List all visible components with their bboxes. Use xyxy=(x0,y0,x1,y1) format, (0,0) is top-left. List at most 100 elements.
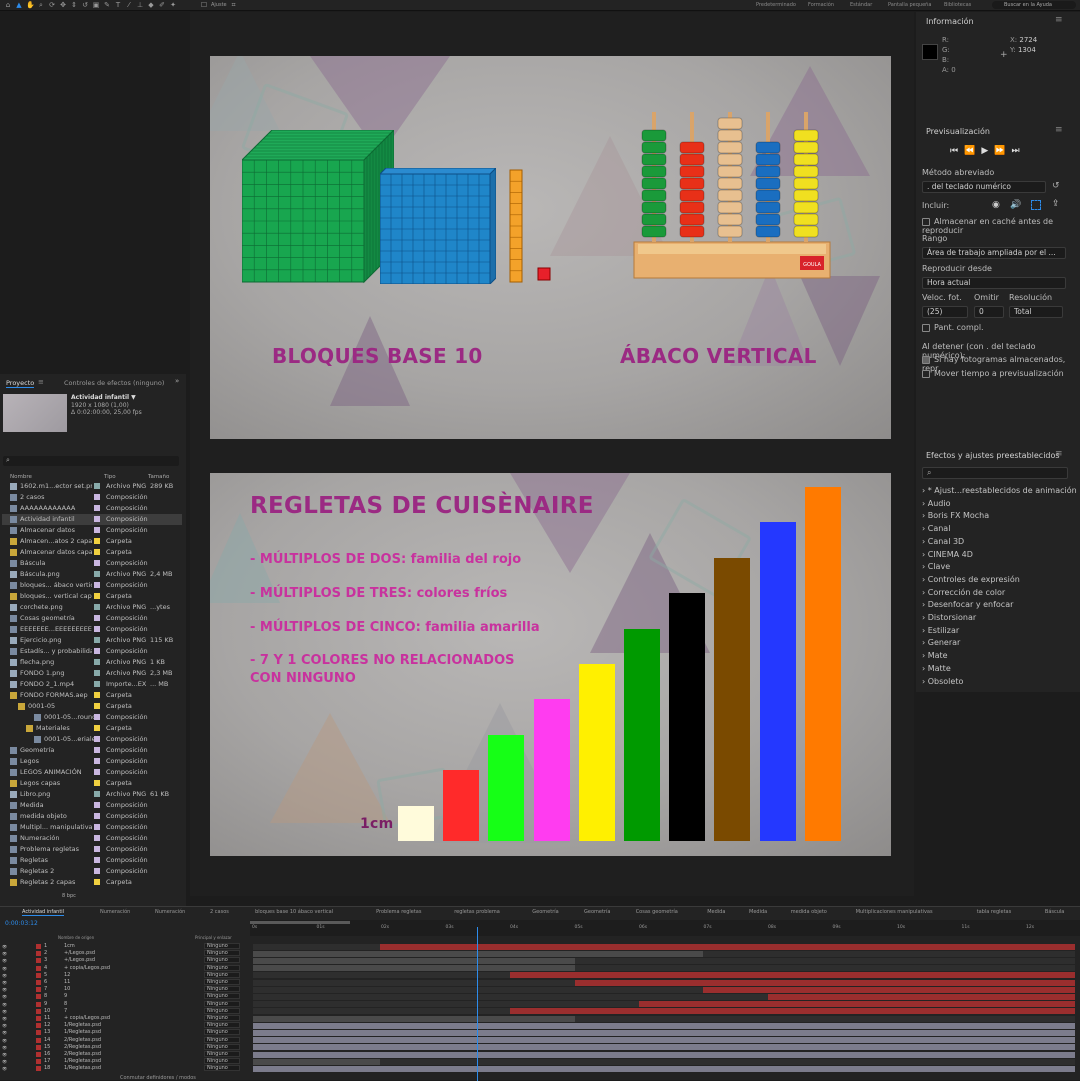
project-item[interactable]: Almacen...atos 2 capas Carpeta xyxy=(2,536,182,547)
col-type-header[interactable]: Tipo xyxy=(104,474,116,480)
layer-label-color[interactable] xyxy=(36,1023,41,1029)
layer-duration-bar[interactable] xyxy=(510,1008,1075,1015)
effects-category-item[interactable]: › Generar xyxy=(922,638,960,647)
resolution-select[interactable]: Total xyxy=(1009,306,1063,318)
label-color-swatch[interactable] xyxy=(94,747,100,753)
label-color-swatch[interactable] xyxy=(94,736,100,742)
layer-parent-select[interactable]: Ninguno xyxy=(204,971,240,978)
project-item[interactable]: Almacenar datos capas Carpeta xyxy=(2,547,182,558)
layer-duration-bar[interactable] xyxy=(253,1044,1075,1051)
timeline-layer[interactable]: 👁 13 1/Regletas.psd Ninguno xyxy=(0,1029,250,1036)
layer-label-color[interactable] xyxy=(36,994,41,1000)
pen-tool-icon[interactable]: ✎ xyxy=(103,1,111,9)
label-color-swatch[interactable] xyxy=(94,813,100,819)
layer-duration-bar[interactable] xyxy=(253,1029,1075,1036)
label-color-swatch[interactable] xyxy=(94,769,100,775)
visibility-eye-icon[interactable]: 👁 xyxy=(2,1001,7,1008)
layer-duration-bar[interactable] xyxy=(253,1022,1075,1029)
layer-duration-bar[interactable] xyxy=(575,979,1075,986)
project-menu-icon[interactable]: ≡ xyxy=(38,378,44,386)
play-from-select[interactable]: Hora actual xyxy=(922,277,1066,289)
layer-label-color[interactable] xyxy=(36,972,41,978)
reset-icon[interactable]: ↺ xyxy=(1052,181,1060,191)
layer-duration-bar[interactable] xyxy=(768,993,1075,1000)
layer-label-color[interactable] xyxy=(36,1030,41,1036)
bpc-label[interactable]: 8 bpc xyxy=(62,893,76,899)
project-item[interactable]: LEGOS ANIMACIÓN Composición xyxy=(2,767,182,778)
timeline-layer[interactable]: 👁 16 2/Regletas.psd Ninguno xyxy=(0,1051,250,1058)
timeline-tab[interactable]: Multiplicaciones manipulativas xyxy=(856,909,933,915)
project-item[interactable]: EEEEEEE...EEEEEEEEE Composición xyxy=(2,624,182,635)
col-size-header[interactable]: Tamaño xyxy=(148,474,169,480)
visibility-eye-icon[interactable]: 👁 xyxy=(2,1044,7,1051)
timeline-layer[interactable]: 👁 8 9 Ninguno xyxy=(0,993,250,1000)
label-color-swatch[interactable] xyxy=(94,846,100,852)
orbit-tool-icon[interactable]: ⟳ xyxy=(48,1,56,9)
project-item[interactable]: Regletas Composición xyxy=(2,855,182,866)
project-item[interactable]: Problema regletas Composición xyxy=(2,844,182,855)
label-color-swatch[interactable] xyxy=(94,604,100,610)
layer-parent-select[interactable]: Ninguno xyxy=(204,1000,240,1007)
visibility-eye-icon[interactable]: 👁 xyxy=(2,986,7,993)
workspace-default[interactable]: Predeterminado xyxy=(756,2,796,8)
timeline-tab[interactable]: bloques base 10 ábaco vertical xyxy=(255,909,333,915)
effects-category-item[interactable]: › Mate xyxy=(922,651,948,660)
label-color-swatch[interactable] xyxy=(94,516,100,522)
project-item[interactable]: Regletas 2 Composición xyxy=(2,866,182,877)
shortcut-select[interactable]: . del teclado numérico xyxy=(922,181,1046,193)
layer-label-color[interactable] xyxy=(36,951,41,957)
rotate-tool-icon[interactable]: ↺ xyxy=(81,1,89,9)
effects-category-item[interactable]: › Distorsionar xyxy=(922,613,976,622)
project-item[interactable]: Cosas geometría Composición xyxy=(2,613,182,624)
layer-parent-select[interactable]: Ninguno xyxy=(204,1015,240,1021)
visibility-eye-icon[interactable]: 👁 xyxy=(2,1029,7,1036)
workspace-standard[interactable]: Estándar xyxy=(850,2,872,8)
timeline-layer[interactable]: 👁 18 1/Regletas.psd Ninguno xyxy=(0,1065,250,1072)
effects-category-item[interactable]: › Canal xyxy=(922,524,950,533)
timeline-tab[interactable]: Problema regletas xyxy=(376,909,421,915)
label-color-swatch[interactable] xyxy=(94,593,100,599)
visibility-eye-icon[interactable]: 👁 xyxy=(2,950,7,957)
timeline-tab[interactable]: regletas problema xyxy=(454,909,500,915)
project-item[interactable]: 2 casos Composición xyxy=(2,492,182,503)
effects-category-item[interactable]: › Estilizar xyxy=(922,626,959,635)
label-color-swatch[interactable] xyxy=(94,527,100,533)
timeline-tab[interactable]: 2 casos xyxy=(210,909,229,915)
eraser-tool-icon[interactable]: ◆ xyxy=(147,1,155,9)
effects-category-item[interactable]: › * Ajust...reestablecidos de animación xyxy=(922,486,1077,495)
effects-category-item[interactable]: › Matte xyxy=(922,664,951,673)
timeline-layer[interactable]: 👁 2 +/Legos.psd Ninguno xyxy=(0,950,250,957)
pan-tool-icon[interactable]: ✥ xyxy=(59,1,67,9)
visibility-eye-icon[interactable]: 👁 xyxy=(2,1022,7,1029)
dolly-tool-icon[interactable]: ⇕ xyxy=(70,1,78,9)
project-item[interactable]: Libro.png Archivo PNG 61 KB xyxy=(2,789,182,800)
stamp-tool-icon[interactable]: ⊥ xyxy=(136,1,144,9)
layer-label-color[interactable] xyxy=(36,1052,41,1057)
hand-tool-icon[interactable]: ✋ xyxy=(26,1,35,9)
layer-parent-select[interactable]: Ninguno xyxy=(204,964,240,971)
project-item[interactable]: Estadís... y probabilidad Composición xyxy=(2,646,182,657)
layer-label-color[interactable] xyxy=(36,1066,41,1072)
skip-select[interactable]: 0 xyxy=(974,306,1004,318)
prev-frame-icon[interactable]: ⏪ xyxy=(964,146,981,156)
workspace-libraries[interactable]: Bibliotecas xyxy=(944,2,971,8)
timeline-layer[interactable]: 👁 11 + copia/Legos.psd Ninguno xyxy=(0,1015,250,1022)
layer-parent-select[interactable]: Ninguno xyxy=(204,1043,240,1050)
layer-duration-bar[interactable] xyxy=(703,986,1075,993)
effects-category-item[interactable]: › Obsoleto xyxy=(922,677,963,686)
layer-parent-select[interactable]: Ninguno xyxy=(204,1007,240,1014)
help-search-input[interactable]: Buscar en la Ayuda xyxy=(992,1,1076,9)
layer-parent-select[interactable]: Ninguno xyxy=(204,1036,240,1043)
visibility-eye-icon[interactable]: 👁 xyxy=(2,1015,7,1022)
project-item[interactable]: Báscula Composición xyxy=(2,558,182,569)
layer-parent-select[interactable]: Ninguno xyxy=(204,1022,240,1029)
first-frame-icon[interactable]: ⏮ xyxy=(950,146,964,156)
time-ruler[interactable] xyxy=(250,920,1080,936)
timeline-layer[interactable]: 👁 15 2/Regletas.psd Ninguno xyxy=(0,1043,250,1051)
range-select[interactable]: Área de trabajo ampliada por el ... xyxy=(922,247,1066,259)
project-item[interactable]: Materiales Carpeta xyxy=(2,723,182,734)
label-color-swatch[interactable] xyxy=(94,868,100,874)
timeline-layer[interactable]: 👁 3 +/Legos.psd Ninguno xyxy=(0,957,250,964)
effects-category-item[interactable]: › Corrección de color xyxy=(922,588,1005,597)
project-item[interactable]: Regletas 2 capas Carpeta xyxy=(2,877,182,888)
